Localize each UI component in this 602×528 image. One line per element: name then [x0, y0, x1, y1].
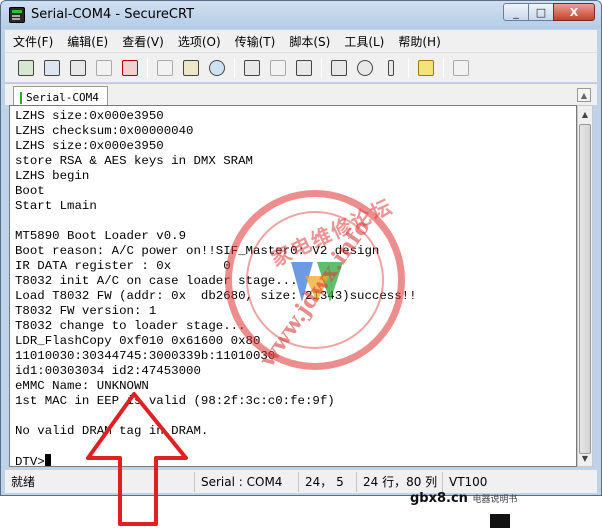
terminal-line: Load T8032 FW (addr: 0x db2680, size: 21… — [15, 289, 417, 303]
terminal-line: DTV> — [15, 454, 417, 466]
footer-site-text: gbx8.cn — [410, 491, 468, 506]
toolbar-separator — [443, 57, 444, 78]
status-bar: 就绪 Serial : COM4 24， 5 24 行，80 列 VT100 — [5, 469, 597, 493]
menu-bar: 文件(F) 编辑(E) 查看(V) 选项(O) 传输(T) 脚本(S) 工具(L… — [5, 30, 597, 52]
status-ready: 就绪 — [5, 471, 195, 492]
connect-icon[interactable] — [15, 57, 37, 79]
terminal-line: No valid DRAM tag in DRAM. — [15, 424, 209, 438]
terminal-line: IR DATA register : 0x 0 — [15, 259, 231, 273]
terminal-line: Boot — [15, 184, 45, 198]
connect-in-tab-icon[interactable] — [67, 57, 89, 79]
minimize-icon: _ — [513, 5, 519, 19]
status-session: Serial : COM4 — [195, 471, 299, 492]
terminal-line: Boot reason: A/C power on!!SIF_Master0: … — [15, 244, 380, 258]
window-title: Serial-COM4 - SecureCRT — [31, 7, 195, 22]
terminal-line: 11010030:30344745:3000339b:11010030 — [15, 349, 276, 363]
sftp-icon[interactable] — [450, 57, 472, 79]
session-options-icon[interactable] — [328, 57, 350, 79]
terminal-output[interactable]: LZHS size:0x000e3950 LZHS checksum:0x0000… — [9, 105, 577, 467]
toolbar-separator — [147, 57, 148, 78]
terminal-line: MT5890 Boot Loader v0.9 — [15, 229, 187, 243]
maximize-icon: □ — [535, 5, 547, 19]
connected-indicator-icon — [20, 91, 22, 104]
terminal-line: 1st MAC in EEP is valid (98:2f:3c:c0:fe:… — [15, 394, 335, 408]
reconnect-icon[interactable] — [93, 57, 115, 79]
footer-watermark: gbx8.cn 电器说明书 — [410, 491, 518, 506]
paste-icon[interactable] — [180, 57, 202, 79]
minimize-button[interactable]: _ — [503, 3, 529, 21]
terminal-lines: LZHS size:0x000e3950 LZHS checksum:0x0000… — [15, 109, 417, 466]
terminal-line: LDR_FlashCopy 0xf010 0x61600 0x80 — [15, 334, 261, 348]
window-controls: _ □ X — [503, 3, 595, 21]
menu-tools[interactable]: 工具(L) — [344, 33, 384, 50]
securecrt-app-icon[interactable] — [9, 7, 25, 23]
keymap-icon[interactable] — [380, 57, 402, 79]
close-icon: X — [569, 5, 579, 19]
terminal-line: eMMC Name: UNKNOWN — [15, 379, 149, 393]
scroll-down-icon[interactable]: ▼ — [578, 450, 592, 466]
menu-edit[interactable]: 编辑(E) — [67, 33, 108, 50]
terminal-line: id1:00303034 id2:47453000 — [15, 364, 201, 378]
status-rows-cols: 24 行，80 列 — [357, 471, 443, 492]
tab-label: Serial-COM4 — [26, 91, 99, 104]
quick-connect-icon[interactable] — [41, 57, 63, 79]
menu-help[interactable]: 帮助(H) — [398, 33, 440, 50]
title-bar[interactable]: Serial-COM4 - SecureCRT _ □ X — [1, 1, 601, 29]
print-icon[interactable] — [241, 57, 263, 79]
scroll-up-icon[interactable]: ▲ — [578, 106, 592, 122]
tab-scroll-up-icon[interactable]: ▲ — [577, 88, 591, 102]
menu-script[interactable]: 脚本(S) — [289, 33, 330, 50]
terminal-line: T8032 init A/C on case loader stage... — [15, 274, 298, 288]
scroll-thumb[interactable] — [579, 124, 591, 454]
find-icon[interactable] — [206, 57, 228, 79]
help-icon[interactable] — [415, 57, 437, 79]
tab-serial-com4[interactable]: Serial-COM4 — [13, 86, 108, 106]
terminal-line: LZHS begin — [15, 169, 90, 183]
menu-options[interactable]: 选项(O) — [178, 33, 221, 50]
toolbar-separator — [234, 57, 235, 78]
terminal-line: store RSA & AES keys in DMX SRAM — [15, 154, 253, 168]
terminal-line: LZHS size:0x000e3950 — [15, 109, 164, 123]
global-options-icon[interactable] — [354, 57, 376, 79]
toolbar — [5, 52, 597, 82]
printer-setup-icon[interactable] — [293, 57, 315, 79]
menu-view[interactable]: 查看(V) — [122, 33, 164, 50]
disconnect-icon[interactable] — [119, 57, 141, 79]
menu-file[interactable]: 文件(F) — [13, 33, 53, 50]
close-button[interactable]: X — [553, 3, 595, 21]
terminal-cursor — [44, 454, 51, 466]
app-window: Serial-COM4 - SecureCRT _ □ X 文件(F) 编辑(E… — [0, 0, 602, 496]
vertical-scrollbar[interactable]: ▲ ▼ — [577, 105, 593, 467]
terminal-line: T8032 FW version: 1 — [15, 304, 157, 318]
terminal-line: Start Lmain — [15, 199, 97, 213]
toolbar-separator — [321, 57, 322, 78]
terminal-line: T8032 change to loader stage... — [15, 319, 246, 333]
terminal-line: LZHS size:0x000e3950 — [15, 139, 164, 153]
status-cursor-position: 24， 5 — [299, 471, 357, 492]
print-selection-icon[interactable] — [267, 57, 289, 79]
status-emulation: VT100 — [449, 474, 488, 489]
session-tab-bar: Serial-COM4 ▲ — [5, 83, 597, 106]
footer-sub-text: 电器说明书 — [472, 495, 518, 505]
terminal-line: LZHS checksum:0x00000040 — [15, 124, 194, 138]
maximize-button[interactable]: □ — [528, 3, 554, 21]
menu-transfer[interactable]: 传输(T) — [235, 33, 276, 50]
footer-mark-icon — [490, 514, 510, 528]
toolbar-separator — [408, 57, 409, 78]
copy-icon[interactable] — [154, 57, 176, 79]
